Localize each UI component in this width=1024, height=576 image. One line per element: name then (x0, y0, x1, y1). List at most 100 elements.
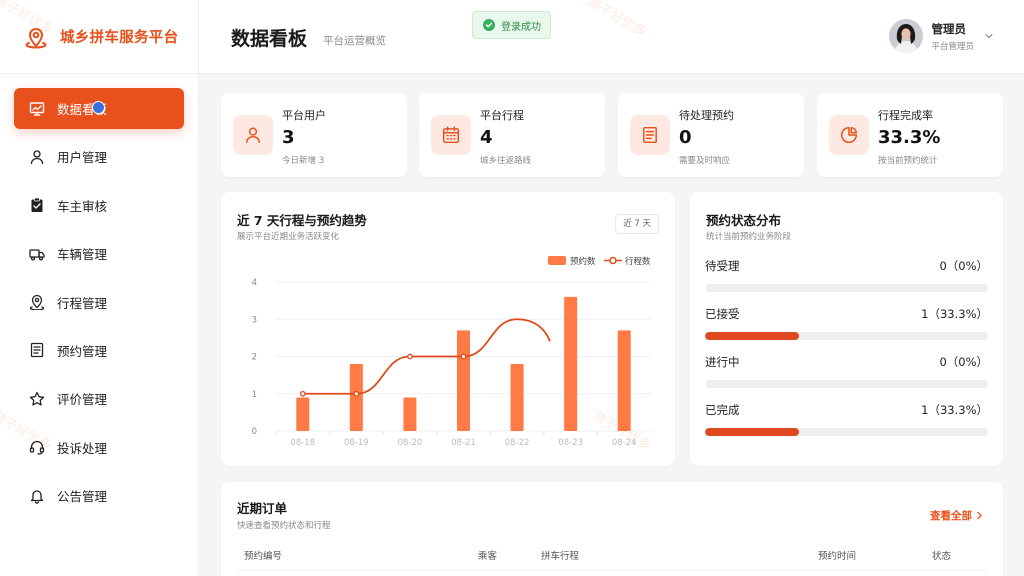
clipboard-check-icon (29, 197, 45, 213)
user-info: 管理员 平台管理员 (931, 21, 974, 52)
status-row: 已接受 1（33.3%） (705, 306, 988, 340)
trend-chart-card: 近 7 天行程与预约趋势 展示平台近期业务活跃变化 近 7 天 0 1 2 3 4 08-… (221, 192, 675, 466)
status-row: 已完成 1（33.3%） (705, 402, 988, 436)
status-label: 已接受 (705, 307, 740, 321)
column-header: 预约时间 (818, 551, 857, 562)
header: 数据看板 平台运营概览 登录成功 管理员 平台管理员 (199, 0, 1024, 74)
sidebar-item-vehicles[interactable]: 车辆管理 (14, 233, 184, 274)
sidebar-item-users[interactable]: 用户管理 (14, 136, 184, 177)
status-progress (705, 380, 988, 388)
bar (617, 330, 631, 431)
stat-label: 待处理预约 (679, 109, 734, 122)
sidebar-item-label: 行程管理 (57, 295, 108, 311)
view-all-link[interactable]: 查看全部 (930, 508, 983, 523)
sidebar-item-label: 车主审核 (57, 198, 108, 214)
chart-legend: 预约数 行程数 (548, 256, 651, 267)
chevron-right-icon (977, 511, 982, 520)
sidebar-item-driver-review[interactable]: 车主审核 (14, 185, 184, 226)
brand: 城乡拼车服务平台 (0, 0, 198, 74)
stat-sub: 城乡往返路线 (480, 156, 532, 166)
toast-text: 登录成功 (501, 21, 541, 33)
sidebar-item-complaints[interactable]: 投诉处理 (14, 427, 184, 468)
status-progress (705, 428, 988, 436)
sidebar-item-label: 评价管理 (57, 392, 108, 408)
x-tick-label: 08-18 (290, 438, 315, 448)
map-pin-icon (29, 294, 45, 311)
bar (510, 363, 524, 431)
avatar (889, 19, 924, 53)
sidebar-item-label: 车辆管理 (57, 247, 108, 263)
line-point (407, 353, 413, 360)
stat-card-users: 平台用户 3 今日新增 3 (221, 93, 407, 177)
bar (349, 363, 363, 431)
table-divider (237, 570, 987, 571)
line-point (353, 390, 360, 397)
status-progress (705, 284, 988, 292)
check-circle-icon (483, 19, 495, 31)
user-menu[interactable]: 管理员 平台管理员 (889, 19, 994, 53)
status-value: 0（0%） (939, 355, 988, 369)
sidebar-item-label: 用户管理 (57, 150, 108, 166)
sidebar-item-dashboard[interactable]: 数据看板 (14, 88, 184, 129)
orders-table-header: 预约编号 乘客 拼车行程 预约时间 状态 (221, 548, 1003, 568)
sidebar-item-bookings[interactable]: 预约管理 (14, 330, 184, 371)
x-tick-label: 08-23 (558, 438, 583, 448)
column-header: 预约编号 (244, 551, 283, 562)
column-header: 状态 (932, 551, 952, 562)
sidebar: 城乡拼车服务平台 数据看板 用户管理 车主审核 车辆管理 行程管理 预约管理 评… (0, 0, 199, 576)
login-success-toast: 登录成功 (472, 11, 551, 39)
bar (457, 330, 470, 431)
stat-sub: 需要及时响应 (679, 156, 731, 166)
status-label: 进行中 (705, 355, 740, 369)
stat-sub: 按当前预约统计 (878, 156, 938, 166)
headset-icon (29, 439, 45, 455)
status-value: 1（33.3%） (921, 403, 988, 417)
status-row: 待受理 0（0%） (705, 258, 988, 292)
status-progress (705, 332, 988, 340)
bell-icon (29, 488, 45, 504)
cursor-indicator (92, 101, 105, 114)
legend-line-marker (609, 256, 617, 265)
stat-value: 0 (679, 127, 692, 148)
chevron-down-icon[interactable] (984, 31, 994, 41)
stat-label: 行程完成率 (878, 109, 933, 122)
truck-icon (29, 246, 45, 262)
stat-sub: 今日新增 3 (282, 156, 325, 166)
x-tick-label: 08-22 (505, 438, 530, 448)
user-icon (233, 115, 273, 155)
sidebar-item-label: 公告管理 (57, 489, 108, 505)
stat-label: 平台行程 (480, 109, 524, 122)
user-role: 平台管理员 (931, 41, 974, 52)
star-icon (29, 391, 45, 407)
bar (296, 397, 310, 431)
sidebar-item-trips[interactable]: 行程管理 (14, 282, 184, 323)
status-progress-fill (705, 332, 800, 340)
sidebar-item-label: 投诉处理 (57, 440, 108, 456)
stat-card-trips: 平台行程 4 城乡往返路线 (419, 93, 605, 177)
brand-title: 城乡拼车服务平台 (60, 30, 179, 46)
stat-card-pending: 待处理预约 0 需要及时响应 (618, 93, 804, 177)
x-tick-label: 08-20 (398, 438, 423, 448)
view-all-label: 查看全部 (930, 510, 972, 522)
y-tick-label: 4 (252, 278, 257, 288)
user-icon (29, 149, 45, 165)
stat-card-completion: 行程完成率 33.3% 按当前预约统计 (817, 93, 1003, 177)
x-tick-label: 08-24 (612, 438, 637, 448)
sidebar-item-reviews[interactable]: 评价管理 (14, 378, 184, 419)
page-subtitle: 平台运营概览 (323, 35, 386, 47)
orders-subtitle: 快速查看预约状态和行程 (237, 521, 331, 531)
status-value: 1（33.3%） (921, 307, 988, 321)
location-logo-icon (25, 27, 47, 48)
booking-status-card: 预约状态分布 统计当前预约业务阶段 待受理 0（0%） 已接受 1（33.3%） 进… (690, 192, 1003, 466)
bar (564, 296, 578, 431)
recent-orders-card: 近期订单 快速查看预约状态和行程 查看全部 预约编号 乘客 拼车行程 预约时间 … (221, 482, 1003, 576)
y-tick-label: 2 (252, 353, 257, 363)
calendar-icon (431, 115, 471, 155)
chart-icon (29, 101, 45, 117)
user-name: 管理员 (931, 21, 966, 36)
status-row: 进行中 0（0%） (705, 354, 988, 388)
orders-title: 近期订单 (237, 501, 288, 516)
sidebar-item-announcements[interactable]: 公告管理 (14, 475, 184, 516)
stat-value: 33.3% (878, 127, 941, 148)
stat-value: 3 (282, 127, 295, 148)
